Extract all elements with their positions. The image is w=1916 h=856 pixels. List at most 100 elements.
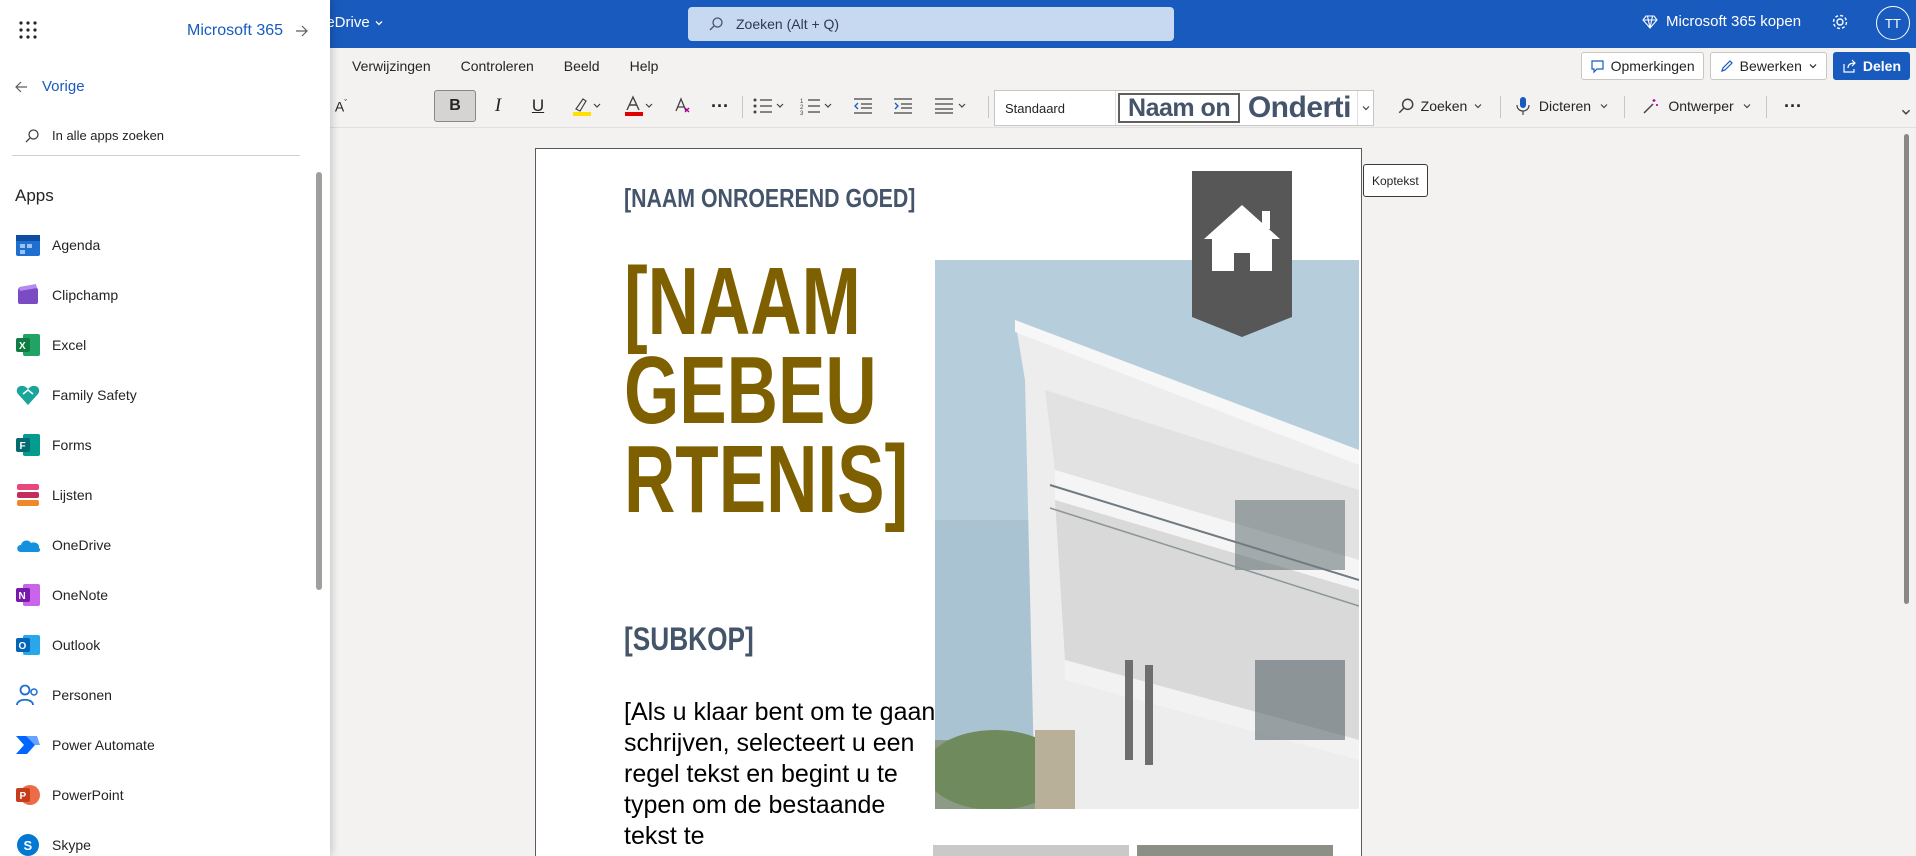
buy-m365-button[interactable]: Microsoft 365 kopen [1642, 13, 1801, 30]
style-gallery-expand[interactable] [1357, 91, 1373, 125]
subheading-text[interactable]: [SUBKOP] [624, 621, 754, 658]
search-icon [1398, 98, 1414, 114]
italic-button[interactable]: I [482, 90, 514, 122]
app-item-personen[interactable]: Personen [14, 670, 155, 720]
home-banner[interactable] [1192, 171, 1292, 337]
forms-icon: F [14, 431, 42, 459]
header-tooltip[interactable]: Koptekst [1363, 164, 1428, 197]
back-button[interactable]: Vorige [14, 78, 85, 95]
app-item-power-automate[interactable]: Power Automate [14, 720, 155, 770]
app-item-powerpoint[interactable]: P PowerPoint [14, 770, 155, 820]
buy-label: Microsoft 365 kopen [1666, 13, 1802, 30]
increase-indent-button[interactable] [888, 90, 918, 122]
clear-format-button[interactable] [668, 90, 698, 122]
app-item-onedrive[interactable]: OneDrive [14, 520, 155, 570]
document-scrollbar[interactable] [1904, 134, 1909, 604]
app-item-lijsten[interactable]: Lijsten [14, 470, 155, 520]
bold-label: B [449, 97, 461, 114]
ribbon-divider [1766, 96, 1767, 118]
tab-help[interactable]: Help [630, 58, 659, 74]
search-input[interactable]: Zoeken (Alt + Q) [688, 7, 1174, 41]
share-label: Delen [1862, 58, 1901, 74]
bold-button[interactable]: B [434, 90, 476, 122]
onedrive-icon [14, 531, 42, 559]
arrow-left-icon [15, 81, 27, 92]
app-launcher-panel: Microsoft 365 Vorige In alle apps zoeken… [0, 0, 330, 856]
avatar[interactable]: TT [1876, 6, 1910, 40]
app-search-input[interactable]: In alle apps zoeken [12, 116, 300, 156]
svg-text:S: S [24, 838, 33, 853]
clear-format-icon [675, 97, 690, 113]
app-item-agenda[interactable]: Agenda [14, 220, 155, 270]
app-label: PowerPoint [52, 787, 124, 803]
launcher-scrollbar[interactable] [316, 172, 322, 590]
edit-label: Bewerken [1739, 58, 1802, 74]
menu-row: Verwijzingen Controleren Beeld Help Opme… [330, 48, 1916, 84]
app-launcher-button[interactable] [18, 20, 38, 45]
tab-references[interactable]: Verwijzingen [352, 58, 431, 74]
lists-icon [14, 481, 42, 509]
decrease-indent-button[interactable] [848, 90, 878, 122]
underline-label: U [531, 96, 545, 115]
numbered-list-icon: 123 [800, 99, 832, 116]
dictate-button[interactable]: Dicteren [1510, 90, 1614, 122]
style-standard[interactable]: Standaard [995, 91, 1117, 125]
svg-text:O: O [19, 641, 27, 652]
app-item-skype[interactable]: S Skype [14, 820, 155, 856]
designer-button[interactable]: Ontwerper [1634, 90, 1760, 122]
designer-label: Ontwerper [1668, 98, 1734, 114]
settings-button[interactable] [1830, 12, 1850, 37]
waffle-icon [19, 21, 37, 39]
font-color-button[interactable] [618, 90, 658, 122]
highlighter-icon [573, 98, 601, 116]
edit-mode-button[interactable]: Bewerken [1709, 52, 1827, 80]
shrink-font-button[interactable]: Aˇ [326, 90, 356, 122]
avatar-initials: TT [1885, 15, 1901, 31]
numbering-button[interactable]: 123 [796, 90, 838, 122]
ribbon-divider [1500, 96, 1501, 118]
app-label: Excel [52, 337, 87, 353]
ribbon-collapse-button[interactable] [1898, 104, 1914, 120]
tab-review[interactable]: Controleren [461, 58, 534, 74]
underline-button[interactable]: U [522, 90, 554, 122]
more-font-options-button[interactable]: ··· [704, 90, 736, 122]
style-preview-subtitle[interactable]: Onderti [1242, 91, 1357, 125]
back-label: Vorige [42, 78, 85, 95]
calendar-icon [14, 231, 42, 259]
style-preview-name[interactable]: Naam on [1118, 93, 1240, 123]
microsoft-365-link[interactable]: Microsoft 365 [187, 22, 309, 40]
app-item-excel[interactable]: X Excel [14, 320, 155, 370]
dictate-label: Dicteren [1538, 98, 1592, 114]
arrow-right-icon [296, 25, 308, 37]
building-photo[interactable] [935, 260, 1359, 809]
property-name-text[interactable]: [NAAM ONROEREND GOED] [624, 183, 915, 214]
app-item-family-safety[interactable]: Family Safety [14, 370, 155, 420]
highlight-button[interactable] [566, 90, 606, 122]
app-item-clipchamp[interactable]: Clipchamp [14, 270, 155, 320]
search-icon [25, 128, 39, 142]
find-button[interactable]: Zoeken [1390, 90, 1490, 122]
style-preview-name-label: Naam on [1128, 93, 1231, 122]
document-page[interactable]: [NAAM ONROEREND GOED] [NAAM GEBEU RTENIS… [535, 148, 1362, 856]
app-item-forms[interactable]: F Forms [14, 420, 155, 470]
body-text[interactable]: [Als u klaar bent om te gaan schrijven, … [624, 697, 944, 852]
svg-text:3: 3 [800, 111, 804, 116]
increase-indent-icon [894, 98, 912, 114]
tab-view[interactable]: Beeld [564, 58, 600, 74]
comments-label: Opmerkingen [1610, 58, 1695, 74]
apps-heading: Apps [15, 186, 54, 205]
ribbon-divider [742, 96, 743, 118]
more-options-button[interactable]: ··· [1776, 90, 1810, 122]
header-tooltip-label: Koptekst [1372, 173, 1419, 188]
app-item-outlook[interactable]: O Outlook [14, 620, 155, 670]
event-name-text[interactable]: [NAAM GEBEU RTENIS] [624, 254, 908, 528]
app-item-onenote[interactable]: N OneNote [14, 570, 155, 620]
app-label: Clipchamp [52, 287, 119, 303]
bullets-button[interactable] [748, 90, 790, 122]
share-button[interactable]: Delen [1832, 52, 1910, 80]
thumbnail-photos[interactable] [933, 845, 1333, 856]
chevron-down-icon [1901, 109, 1911, 115]
comments-button[interactable]: Opmerkingen [1580, 52, 1704, 80]
microsoft-365-label: Microsoft 365 [187, 22, 284, 39]
align-button[interactable] [930, 90, 972, 122]
